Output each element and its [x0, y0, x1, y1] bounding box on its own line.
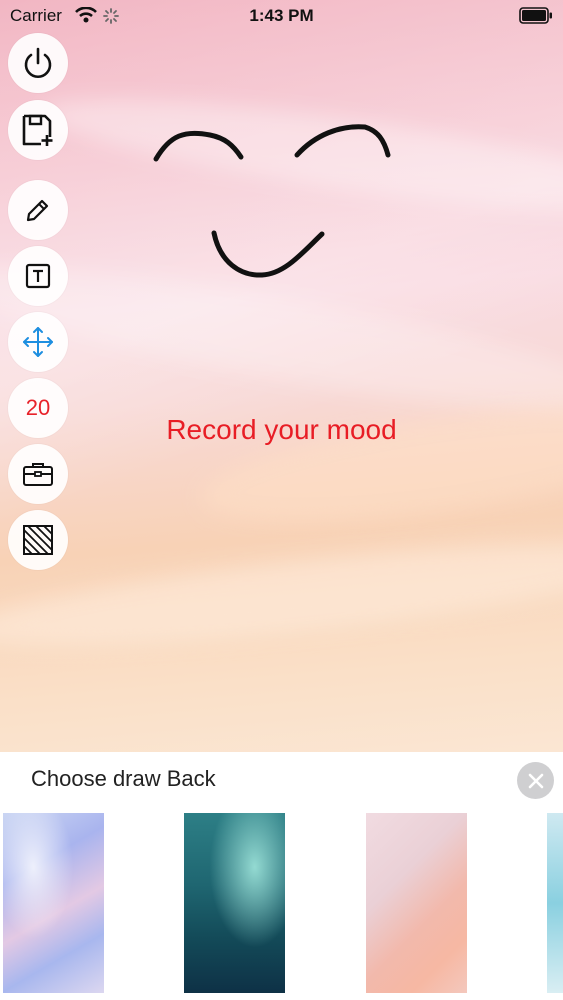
status-bar: Carrier 1:43 PM	[0, 0, 563, 32]
brush-size-button[interactable]: 20	[8, 378, 68, 438]
move-tool-button[interactable]	[8, 312, 68, 372]
sheet-title: Choose draw Back	[31, 766, 216, 791]
background-picker-sheet: Choose draw Back	[0, 752, 563, 1000]
brush-size-value: 20	[25, 395, 51, 420]
move-arrows-icon	[23, 327, 53, 357]
drawing-canvas[interactable]: Record your mood	[0, 0, 563, 752]
toolbox-button[interactable]	[8, 444, 68, 504]
pencil-icon	[26, 199, 49, 222]
record-mood-caption: Record your mood	[166, 414, 397, 445]
pencil-tool-button[interactable]	[8, 180, 68, 240]
power-icon	[24, 47, 52, 78]
text-tool-button[interactable]	[8, 246, 68, 306]
hatch-pattern-icon	[23, 525, 53, 555]
save-button[interactable]	[8, 100, 68, 160]
background-thumb-teal[interactable]	[184, 813, 285, 993]
background-thumb-pink[interactable]	[366, 813, 467, 993]
clock: 1:43 PM	[249, 6, 314, 25]
background-thumb-lavender[interactable]	[3, 813, 104, 993]
pattern-button[interactable]	[8, 510, 68, 570]
background-thumb-blue[interactable]	[547, 813, 563, 993]
close-icon	[528, 773, 543, 788]
text-icon	[25, 263, 51, 289]
doodle-face	[153, 124, 391, 278]
save-add-icon	[22, 114, 53, 146]
battery-icon	[519, 7, 552, 24]
power-button[interactable]	[8, 33, 68, 93]
close-sheet-button[interactable]	[517, 762, 554, 799]
toolbox-icon	[23, 463, 53, 486]
